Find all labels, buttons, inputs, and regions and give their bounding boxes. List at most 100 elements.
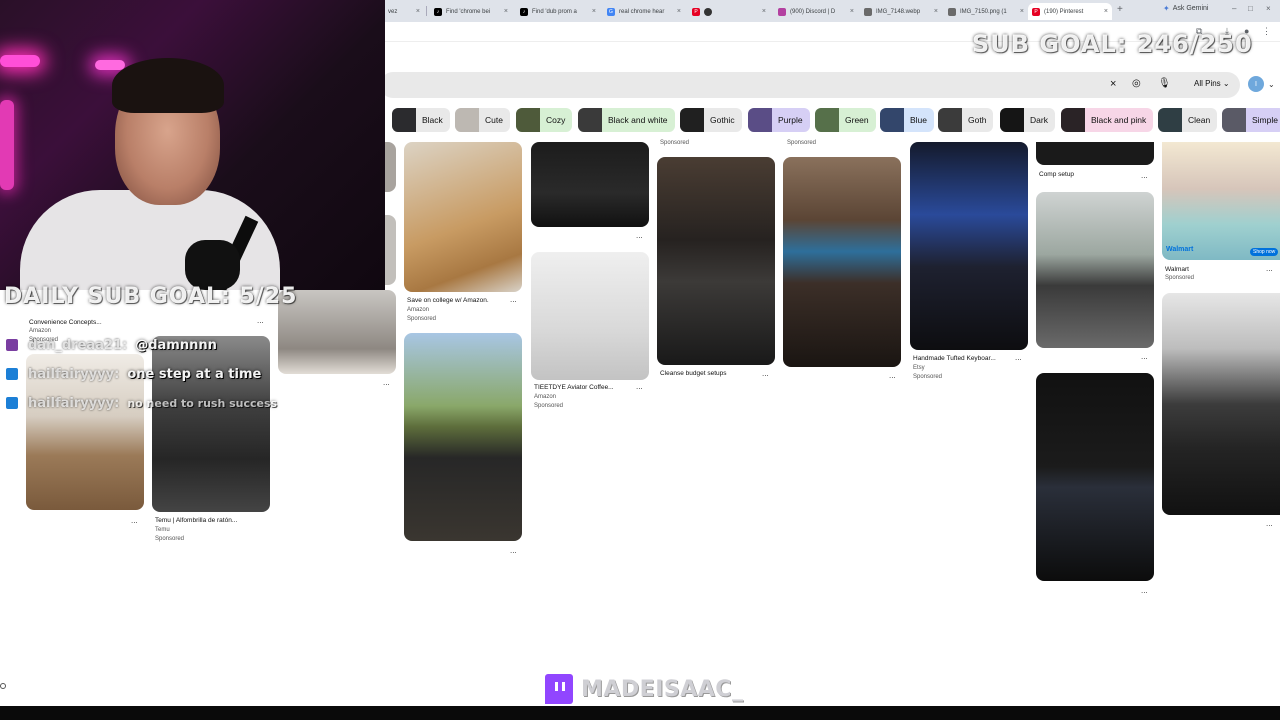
chat-username: hailfairyyyy:	[28, 366, 120, 382]
chip-black-and-white[interactable]: Black and white	[578, 108, 675, 132]
chat-badge-icon	[6, 397, 18, 409]
tab-close-icon[interactable]: ×	[412, 8, 420, 15]
chip-label: Blue	[910, 115, 928, 125]
pin-cleanse-setup[interactable]	[657, 157, 775, 365]
pin-grey-room[interactable]	[1036, 192, 1154, 348]
chip-cozy[interactable]: Cozy	[516, 108, 573, 132]
pin-more-icon[interactable]: ...	[762, 369, 769, 378]
pin-dark-desk[interactable]	[531, 142, 649, 227]
chip-label: Dark	[1030, 115, 1048, 125]
tab-img-7148[interactable]: IMG_7148.webp ×	[860, 3, 942, 20]
search-input[interactable]: × ◎ 🎙 All Pins ⌄	[380, 72, 1240, 98]
streamer-hair	[112, 58, 224, 113]
chip-blue[interactable]: Blue	[880, 108, 935, 132]
pin-title: Comp setup	[1039, 171, 1075, 178]
tab-google-search[interactable]: Greal chrome hear ×	[603, 3, 685, 20]
all-pins-dropdown[interactable]: All Pins ⌄	[1194, 79, 1230, 88]
tab-close-icon[interactable]: ×	[846, 8, 854, 15]
minimize-button[interactable]: –	[1232, 4, 1236, 13]
chip-thumbnail	[455, 108, 479, 132]
chip-green[interactable]: Green	[815, 108, 876, 132]
pin-more-icon[interactable]: ...	[636, 231, 643, 240]
settings-icon[interactable]	[0, 683, 6, 689]
tab-find-dub[interactable]: ♪ Find 'dub prom a ×	[516, 3, 600, 20]
tab-close-icon[interactable]: ×	[673, 8, 681, 15]
microphone-icon[interactable]: 🎙	[1158, 78, 1171, 89]
avatar[interactable]: I	[1248, 76, 1264, 92]
pin-title: Save on college w/ Amazon.	[407, 297, 489, 304]
pin-aviator-stand[interactable]	[531, 252, 649, 380]
maximize-button[interactable]: □	[1248, 4, 1253, 13]
pin-temu-mousepad[interactable]	[152, 336, 270, 512]
chat-text: no need to rush success	[127, 396, 278, 410]
neon-light	[0, 100, 14, 190]
tab-close-icon[interactable]: ×	[1016, 8, 1024, 15]
tab-partial[interactable]: vez ×	[384, 3, 424, 20]
pin-more-icon[interactable]: ...	[889, 371, 896, 380]
pin-more-icon[interactable]: ...	[636, 382, 643, 391]
chat-message: hailfairyyyy: no need to rush success	[6, 395, 277, 411]
pin-more-icon[interactable]: ...	[1015, 353, 1022, 362]
chip-thumbnail	[880, 108, 904, 132]
menu-icon[interactable]: ⋮	[1262, 26, 1271, 37]
chip-clean[interactable]: Clean	[1158, 108, 1218, 132]
new-tab-button[interactable]: +	[1117, 4, 1123, 15]
chevron-down-icon: ⌄	[1222, 79, 1230, 88]
clear-search-button[interactable]: ×	[1110, 78, 1116, 90]
pin-more-icon[interactable]: ...	[1141, 171, 1148, 180]
daily-sub-goal-counter: DAILY SUB GOAL: 5/25	[4, 284, 298, 309]
chip-black-and-pink[interactable]: Black and pink	[1061, 108, 1154, 132]
pin-more-icon[interactable]: ...	[257, 316, 264, 325]
tab-close-icon[interactable]: ×	[1100, 8, 1108, 15]
sponsored-label: Sponsored	[787, 140, 817, 146]
sponsored-label: Sponsored	[660, 140, 690, 146]
tab-pinterest-active[interactable]: P (190) Pinterest ×	[1028, 3, 1112, 20]
pin-amazon-box[interactable]	[404, 142, 522, 292]
pin-walmart-ad[interactable]: Walmart Shop now	[1162, 142, 1280, 260]
shop-now-button[interactable]: Shop now	[1250, 248, 1279, 256]
camera-search-icon[interactable]: ◎	[1132, 78, 1141, 89]
tab-separator	[426, 6, 427, 16]
chip-thumbnail	[1000, 108, 1024, 132]
tab-label: IMG_7150.png (1	[960, 8, 1007, 15]
tab-find-chrome[interactable]: ♪ Find 'chrome bei ×	[430, 3, 512, 20]
chat-username: dan_dreaa21:	[28, 337, 128, 353]
pin-more-icon[interactable]: ...	[383, 378, 390, 387]
pin-more-icon[interactable]: ...	[510, 546, 517, 555]
chip-label: Gothic	[710, 115, 735, 125]
chip-label: Goth	[968, 115, 987, 125]
chip-purple[interactable]: Purple	[748, 108, 810, 132]
chip-gothic[interactable]: Gothic	[680, 108, 742, 132]
chip-dark[interactable]: Dark	[1000, 108, 1055, 132]
pin-title: TIEETDYE Aviator Coffee...	[534, 384, 614, 391]
tab-close-icon[interactable]: ×	[500, 8, 508, 15]
chip-black[interactable]: Black	[392, 108, 450, 132]
pin-bw-desk[interactable]	[1162, 293, 1280, 515]
tab-img-7150[interactable]: IMG_7150.png (1 ×	[944, 3, 1028, 20]
chip-cute[interactable]: Cute	[455, 108, 510, 132]
pin-more-icon[interactable]: ...	[510, 295, 517, 304]
pin-more-icon[interactable]: ...	[1266, 519, 1273, 528]
pin-comp-setup[interactable]	[1036, 142, 1154, 165]
tab-label: Find 'chrome bei	[446, 8, 491, 15]
tab-close-icon[interactable]: ×	[588, 8, 596, 15]
ask-gemini-button[interactable]: ✦ Ask Gemini	[1163, 4, 1209, 13]
pin-more-icon[interactable]: ...	[1266, 264, 1273, 273]
tab-close-icon[interactable]: ×	[758, 8, 766, 15]
pin-tufted-keyboard[interactable]	[910, 142, 1028, 350]
pin-title: Handmade Tufted Keyboar...	[913, 355, 996, 362]
window-close-button[interactable]: ×	[1266, 4, 1271, 13]
pin-more-icon[interactable]: ...	[1141, 352, 1148, 361]
tab-pinterest-pin[interactable]: P ×	[688, 3, 770, 20]
tab-close-icon[interactable]: ×	[930, 8, 938, 15]
account-chevron-icon[interactable]: ⌄	[1268, 80, 1275, 89]
ask-gemini-label: Ask Gemini	[1172, 5, 1209, 12]
pin-blue-monitor[interactable]	[783, 157, 901, 367]
tab-discord[interactable]: (900) Discord | D ×	[774, 3, 858, 20]
pin-more-icon[interactable]: ...	[1141, 586, 1148, 595]
chip-simple[interactable]: Simple	[1222, 108, 1280, 132]
pin-window-setup[interactable]	[404, 333, 522, 541]
pin-dark-pc[interactable]	[1036, 373, 1154, 581]
pin-more-icon[interactable]: ...	[131, 516, 138, 525]
chip-goth[interactable]: Goth	[938, 108, 994, 132]
